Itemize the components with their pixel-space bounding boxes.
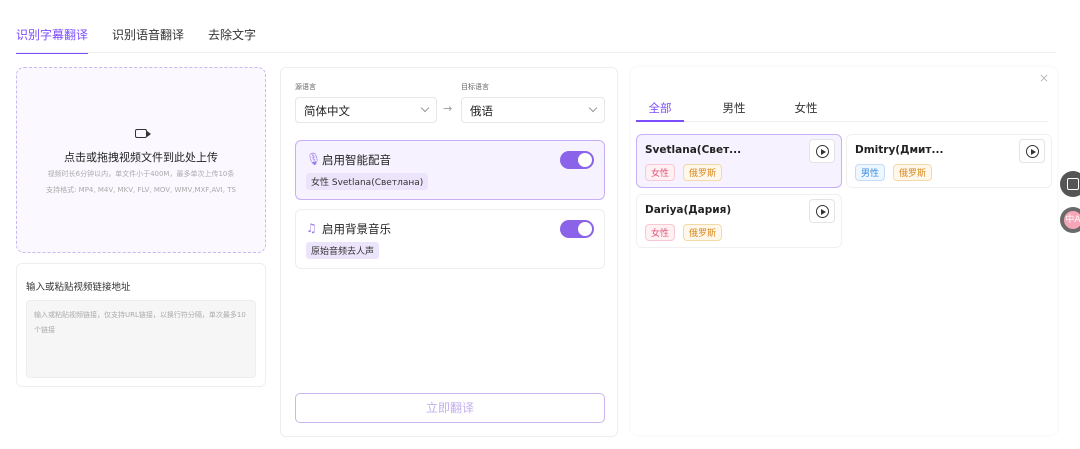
url-input-panel: 输入或粘贴视频链接地址 输入或粘贴视频链接，仅支持URL链接，以换行符分隔，单次… <box>16 263 266 387</box>
gender-tag: 男性 <box>855 164 886 181</box>
gender-tag: 女性 <box>645 224 676 241</box>
play-icon <box>816 205 829 218</box>
microphone-icon: 🎙 <box>306 152 322 166</box>
language-tag: 俄罗斯 <box>683 164 723 181</box>
tab-remove-text[interactable]: 去除文字 <box>208 26 256 54</box>
floating-tool-button[interactable] <box>1060 171 1080 197</box>
target-language-value: 俄语 <box>470 104 493 118</box>
voice-tabs: 全部 男性 女性 <box>636 100 1048 122</box>
tab-subtitle-translate[interactable]: 识别字幕翻译 <box>16 26 89 54</box>
voice-card-svetlana[interactable]: Svetlana(Свет... 女性 俄罗斯 <box>636 134 842 188</box>
source-language-select[interactable]: 简体中文 <box>295 97 437 123</box>
voice-tab-female[interactable]: 女性 <box>782 100 830 122</box>
upload-formats: 支持格式: MP4, M4V, MKV, FLV, MOV, WMV,MXF,A… <box>46 186 236 194</box>
translate-icon: 中A <box>1064 211 1080 229</box>
language-tag: 俄罗斯 <box>683 224 723 241</box>
chevron-down-icon <box>420 103 430 113</box>
bg-music-toggle[interactable] <box>560 220 594 238</box>
url-textarea[interactable]: 输入或粘贴视频链接，仅支持URL链接，以换行符分隔，单次最多10个链接 <box>26 300 256 378</box>
arrow-right-icon: → <box>443 102 453 115</box>
close-icon[interactable]: × <box>1039 71 1049 85</box>
voice-card-dmitry[interactable]: Dmitry(Дмит... 男性 俄罗斯 <box>846 134 1052 188</box>
gender-tag: 女性 <box>645 164 676 181</box>
voice-name: Svetlana(Свет... <box>645 144 742 156</box>
voice-selector-panel: × 全部 男性 女性 Svetlana(Свет... 女性 俄罗斯 Dmitr… <box>631 67 1057 435</box>
floating-translate-button[interactable]: 中A <box>1060 207 1080 233</box>
voice-card-dariya[interactable]: Dariya(Дария) 女性 俄罗斯 <box>636 194 842 248</box>
translate-settings-panel: 源语言 目标语言 简体中文 → 俄语 🎙 启用智能配音 女性 Svetlana(… <box>280 67 618 437</box>
smart-dub-title: 启用智能配音 <box>322 153 391 167</box>
language-tag: 俄罗斯 <box>893 164 933 181</box>
target-language-label: 目标语言 <box>461 83 489 91</box>
bg-music-title: 启用背景音乐 <box>322 222 391 236</box>
play-preview-button[interactable] <box>1019 139 1045 163</box>
play-icon <box>1026 145 1039 158</box>
grid-tool-icon <box>1067 178 1079 190</box>
source-language-value: 简体中文 <box>304 104 350 118</box>
voice-name: Dmitry(Дмит... <box>855 144 944 156</box>
upload-dropzone[interactable]: 点击或拖拽视频文件到此处上传 视频时长6分钟以内，单文件小于400M，最多单次上… <box>16 67 266 253</box>
voice-name: Dariya(Дария) <box>645 204 732 216</box>
play-icon <box>816 145 829 158</box>
play-preview-button[interactable] <box>809 199 835 223</box>
upload-limits: 视频时长6分钟以内，单文件小于400M，最多单次上传10条 <box>47 170 235 178</box>
voice-tab-male[interactable]: 男性 <box>710 100 758 122</box>
smart-dub-voice-chip: 女性 Svetlana(Светлана) <box>306 173 429 190</box>
top-tabs: 识别字幕翻译 识别语音翻译 去除文字 <box>16 26 256 54</box>
smart-dub-toggle[interactable] <box>560 151 594 169</box>
source-language-label: 源语言 <box>295 83 316 91</box>
chevron-down-icon <box>588 103 598 113</box>
play-preview-button[interactable] <box>809 139 835 163</box>
smart-dub-option[interactable]: 🎙 启用智能配音 女性 Svetlana(Светлана) <box>295 140 605 200</box>
upload-title: 点击或拖拽视频文件到此处上传 <box>64 151 218 164</box>
voice-tab-all[interactable]: 全部 <box>636 100 684 122</box>
translate-now-button[interactable]: 立即翻译 <box>295 393 605 423</box>
tab-voice-translate[interactable]: 识别语音翻译 <box>112 26 184 54</box>
bg-music-chip: 原始音频去人声 <box>306 242 380 259</box>
target-language-select[interactable]: 俄语 <box>461 97 605 123</box>
url-input-label: 输入或粘贴视频链接地址 <box>26 282 131 293</box>
music-note-icon: ♫ <box>306 221 317 235</box>
tabs-divider <box>16 52 1056 53</box>
bg-music-option[interactable]: ♫ 启用背景音乐 原始音频去人声 <box>295 209 605 269</box>
video-camera-icon <box>135 129 151 138</box>
